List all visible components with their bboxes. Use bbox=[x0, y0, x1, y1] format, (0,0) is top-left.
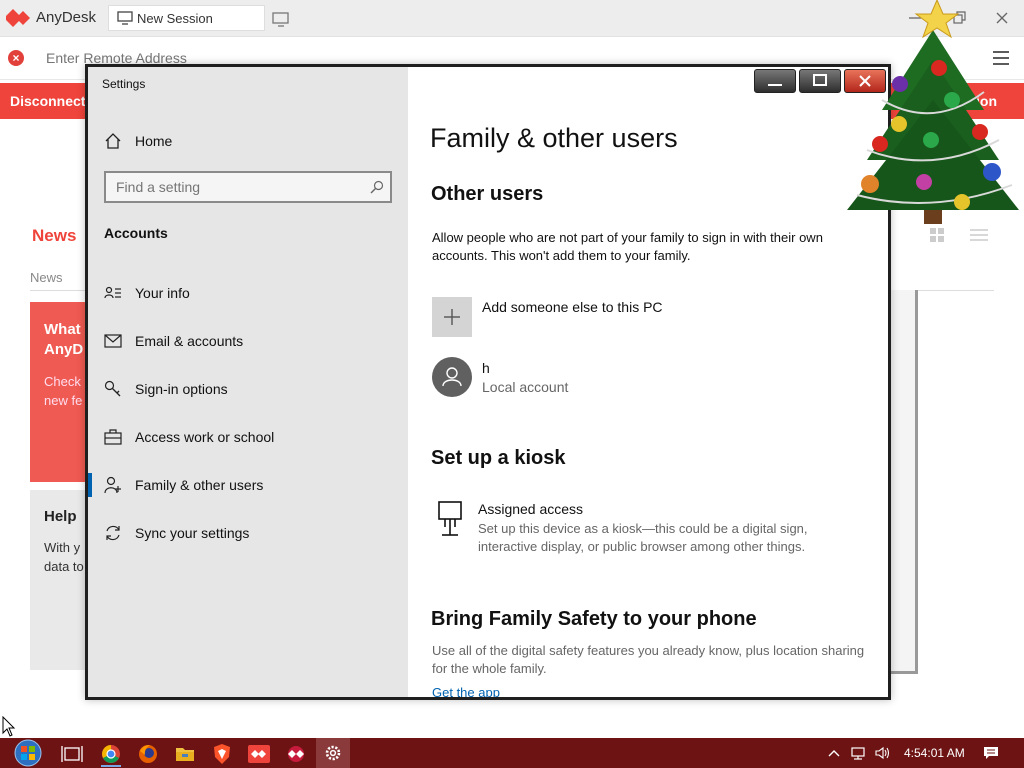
plus-icon bbox=[444, 309, 460, 325]
active-indicator bbox=[88, 473, 92, 497]
briefcase-icon bbox=[104, 429, 122, 445]
news-card-text: With y data to bbox=[44, 540, 84, 574]
christmas-tree-icon bbox=[847, 0, 1019, 224]
sidebar-item-label: Home bbox=[135, 133, 173, 149]
mouse-cursor-icon bbox=[2, 716, 16, 737]
chevron-up-icon[interactable] bbox=[826, 745, 842, 761]
minimize-icon bbox=[768, 84, 782, 86]
maximize-icon bbox=[813, 74, 827, 86]
home-icon bbox=[105, 133, 121, 149]
news-card-title: What AnyD bbox=[44, 321, 84, 358]
firefox-icon[interactable] bbox=[133, 741, 163, 767]
sidebar-item-label: Family & other users bbox=[135, 477, 264, 493]
minimize-button[interactable] bbox=[754, 69, 796, 93]
get-the-app-link[interactable]: Get the app bbox=[432, 685, 500, 697]
person-add-icon bbox=[104, 476, 121, 494]
news-card-whats-new[interactable]: What AnyD Check new fe bbox=[30, 302, 90, 482]
anydesk-panel-edge bbox=[890, 290, 918, 674]
sidebar-item-home[interactable]: Home bbox=[88, 121, 408, 161]
page-title: Family & other users bbox=[430, 123, 678, 153]
volume-icon[interactable] bbox=[874, 745, 890, 761]
settings-window: Settings Home Accounts Your info Email &… bbox=[85, 64, 891, 700]
sidebar-item-label: Your info bbox=[135, 285, 190, 301]
mail-icon bbox=[104, 334, 122, 348]
sidebar-item-sync[interactable]: Sync your settings bbox=[88, 513, 408, 553]
sidebar-item-label: Sync your settings bbox=[135, 525, 250, 541]
status-error-icon: × bbox=[8, 50, 24, 66]
app-icon[interactable] bbox=[281, 741, 311, 767]
anydesk-logo-icon bbox=[6, 9, 30, 27]
sidebar-item-your-info[interactable]: Your info bbox=[88, 273, 408, 313]
anydesk-taskbar-icon[interactable] bbox=[244, 741, 274, 767]
section-title-other-users: Other users bbox=[431, 183, 544, 205]
tab-new-session[interactable]: New Session bbox=[108, 5, 265, 31]
news-heading: News bbox=[32, 226, 77, 245]
window-title: Settings bbox=[102, 77, 146, 91]
user-card-icon bbox=[104, 286, 121, 299]
key-icon bbox=[104, 380, 121, 397]
clock[interactable]: 4:54:01 AM bbox=[904, 746, 965, 760]
start-button-icon[interactable] bbox=[6, 738, 46, 768]
section-title-family-safety: Bring Family Safety to your phone bbox=[431, 608, 757, 630]
add-user-button[interactable]: Add someone else to this PC bbox=[482, 299, 663, 315]
monitor-icon bbox=[117, 11, 133, 25]
task-view-icon[interactable] bbox=[57, 741, 87, 767]
news-card-text: Check new fe bbox=[44, 374, 83, 408]
sidebar-item-sign-in[interactable]: Sign-in options bbox=[88, 369, 408, 409]
sidebar-item-work-school[interactable]: Access work or school bbox=[88, 417, 408, 457]
news-card-help[interactable]: Help With y data to bbox=[30, 490, 90, 670]
settings-taskbar-button[interactable] bbox=[316, 738, 350, 768]
kiosk-icon bbox=[438, 501, 462, 536]
brave-icon[interactable] bbox=[207, 741, 237, 767]
maximize-button[interactable] bbox=[799, 69, 841, 93]
assigned-access-button[interactable]: Assigned access bbox=[478, 501, 583, 517]
anydesk-app-name: AnyDesk bbox=[36, 9, 97, 26]
file-explorer-icon[interactable] bbox=[170, 741, 200, 767]
assigned-access-description: Set up this device as a kiosk—this could… bbox=[478, 521, 808, 554]
search-input[interactable] bbox=[116, 179, 356, 195]
family-safety-description: Use all of the digital safety features y… bbox=[432, 643, 865, 676]
chrome-icon[interactable] bbox=[96, 741, 126, 767]
news-card-title: Help bbox=[44, 508, 77, 525]
tab-label: New Session bbox=[137, 11, 213, 26]
section-title-kiosk: Set up a kiosk bbox=[431, 447, 566, 469]
settings-content: Family & other users Other users Allow p… bbox=[408, 67, 888, 697]
user-account-type: Local account bbox=[482, 379, 569, 395]
sidebar-item-family[interactable]: Family & other users bbox=[88, 465, 408, 505]
category-heading: Accounts bbox=[104, 225, 168, 241]
avatar[interactable] bbox=[432, 357, 472, 397]
settings-sidebar: Settings Home Accounts Your info Email &… bbox=[88, 67, 408, 697]
user-icon bbox=[442, 367, 462, 387]
new-tab-icon[interactable] bbox=[272, 11, 290, 27]
sidebar-item-label: Email & accounts bbox=[135, 333, 244, 349]
news-tab[interactable]: News bbox=[30, 270, 63, 285]
sync-icon bbox=[106, 525, 120, 541]
search-icon[interactable] bbox=[370, 180, 384, 194]
sidebar-item-label: Sign-in options bbox=[135, 381, 228, 397]
taskbar: 4:54:01 AM bbox=[0, 738, 1024, 768]
settings-search[interactable] bbox=[104, 171, 392, 203]
network-icon[interactable] bbox=[850, 745, 866, 761]
action-center-icon[interactable] bbox=[983, 745, 999, 761]
sidebar-item-label: Access work or school bbox=[135, 429, 275, 445]
user-name[interactable]: h bbox=[482, 360, 490, 376]
sidebar-item-email[interactable]: Email & accounts bbox=[88, 321, 408, 361]
gear-icon bbox=[325, 745, 341, 761]
other-users-description: Allow people who are not part of your fa… bbox=[432, 230, 823, 263]
add-user-tile[interactable] bbox=[432, 297, 472, 337]
